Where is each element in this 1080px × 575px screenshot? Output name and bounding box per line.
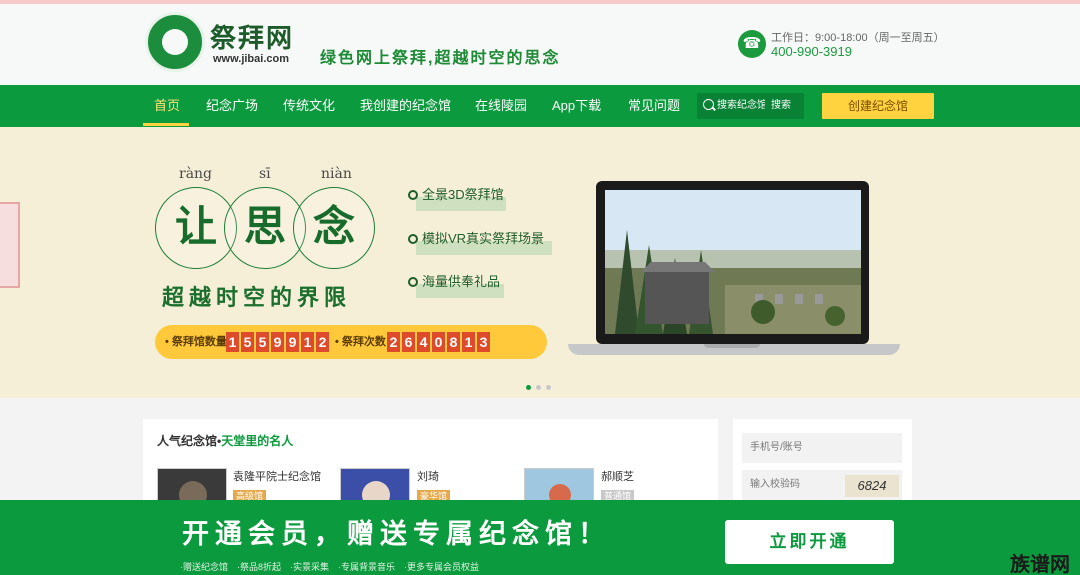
captcha-image[interactable]: 6824 xyxy=(845,475,899,497)
search-button[interactable]: 搜索 xyxy=(771,93,791,119)
hall-count-digit: 9 xyxy=(271,332,284,352)
laptop-base xyxy=(568,344,900,355)
slider-dot[interactable] xyxy=(546,385,551,390)
watermark: 族谱网 xyxy=(1010,554,1070,575)
create-memorial-button[interactable]: 创建纪念馆 xyxy=(822,93,934,119)
visit-count-digit: 3 xyxy=(477,332,490,352)
visit-count-digit: 1 xyxy=(462,332,475,352)
char-nian: 念 xyxy=(312,202,355,251)
slider-dot[interactable] xyxy=(536,385,541,390)
nav-item-my-memorials[interactable]: 我创建的纪念馆 xyxy=(360,85,451,127)
banner-tagline: 超越时空的界限 xyxy=(162,285,352,311)
hall-count-label: • 祭拜馆数量 xyxy=(165,336,227,348)
site-logo[interactable] xyxy=(145,12,205,72)
memorial-name[interactable]: 刘琦 xyxy=(417,468,439,484)
feature-item: 海量供奉礼品 xyxy=(408,271,500,293)
nav-search-box: 搜索纪念馆 搜索 xyxy=(697,93,804,119)
pinyin-si: sī xyxy=(259,166,271,182)
bullet-icon xyxy=(408,277,418,287)
feature-item: 模拟VR真实祭拜场景 xyxy=(408,228,544,250)
stats-bar: • 祭拜馆数量 1 5 5 9 9 1 2 • 祭拜次数 2 6 4 0 8 1… xyxy=(155,325,547,359)
feature-item: 全景3D祭拜馆 xyxy=(408,184,504,206)
side-float-ad[interactable] xyxy=(0,202,20,288)
open-membership-button[interactable]: 立即开通 xyxy=(725,520,894,564)
hall-count-digit: 5 xyxy=(241,332,254,352)
phone-icon: ☎ xyxy=(738,30,766,58)
slider-dot[interactable] xyxy=(526,385,531,390)
visit-count-digit: 2 xyxy=(387,332,400,352)
search-input[interactable]: 搜索纪念馆 xyxy=(717,93,765,119)
visit-count-digit: 6 xyxy=(402,332,415,352)
visit-count-digit: 4 xyxy=(417,332,430,352)
hotline-number: 400-990-3919 xyxy=(771,44,852,59)
bullet-icon xyxy=(408,234,418,244)
promo-perks: ·赠送纪念馆 ·祭品8折起 ·实景采集 ·专属背景音乐 ·更多专属会员权益 xyxy=(180,562,479,572)
hall-count-digit: 1 xyxy=(301,332,314,352)
main-nav: 首页 纪念广场 传统文化 我创建的纪念馆 在线陵园 App下载 常见问题 搜索纪… xyxy=(0,85,1080,127)
hall-count-digit: 2 xyxy=(316,332,329,352)
visit-count-digit: 8 xyxy=(447,332,460,352)
bullet-icon xyxy=(408,190,418,200)
nav-item-online-cemetery[interactable]: 在线陵园 xyxy=(475,85,527,127)
site-slogan: 绿色网上祭拜,超越时空的思念 xyxy=(320,50,561,67)
promo-title: 开通会员，赠送专属纪念馆！ xyxy=(182,519,611,549)
visit-count-digit: 0 xyxy=(432,332,445,352)
hall-count-digit: 9 xyxy=(286,332,299,352)
work-hours: 工作日：9:00-18:00（周一至周五） xyxy=(771,32,945,44)
hall-count-digit: 5 xyxy=(256,332,269,352)
section-title: 人气纪念馆•天堂里的名人 xyxy=(157,434,294,448)
hero-banner[interactable] xyxy=(0,127,1080,398)
pinyin-rang: ràng xyxy=(179,166,213,182)
brand-url: www.jibai.com xyxy=(213,53,289,65)
nav-item-app-download[interactable]: App下载 xyxy=(552,85,601,127)
nav-item-traditional-culture[interactable]: 传统文化 xyxy=(283,85,335,127)
nav-active-underline xyxy=(143,123,189,126)
nav-item-memorial-square[interactable]: 纪念广场 xyxy=(206,85,258,127)
laptop-scene-image xyxy=(605,190,861,334)
nav-item-home[interactable]: 首页 xyxy=(154,85,180,127)
pinyin-nian: niàn xyxy=(321,166,352,182)
memorial-name[interactable]: 郝顺芝 xyxy=(601,468,634,484)
phone-account-input[interactable]: 手机号/账号 xyxy=(742,433,902,463)
nav-item-faq[interactable]: 常见问题 xyxy=(628,85,680,127)
visit-count-label: • 祭拜次数 xyxy=(335,336,386,348)
search-icon xyxy=(703,99,714,110)
memorial-name[interactable]: 袁隆平院士纪念馆 xyxy=(233,468,321,484)
brand-name[interactable]: 祭拜网 xyxy=(210,18,294,55)
hall-count-digit: 1 xyxy=(226,332,239,352)
